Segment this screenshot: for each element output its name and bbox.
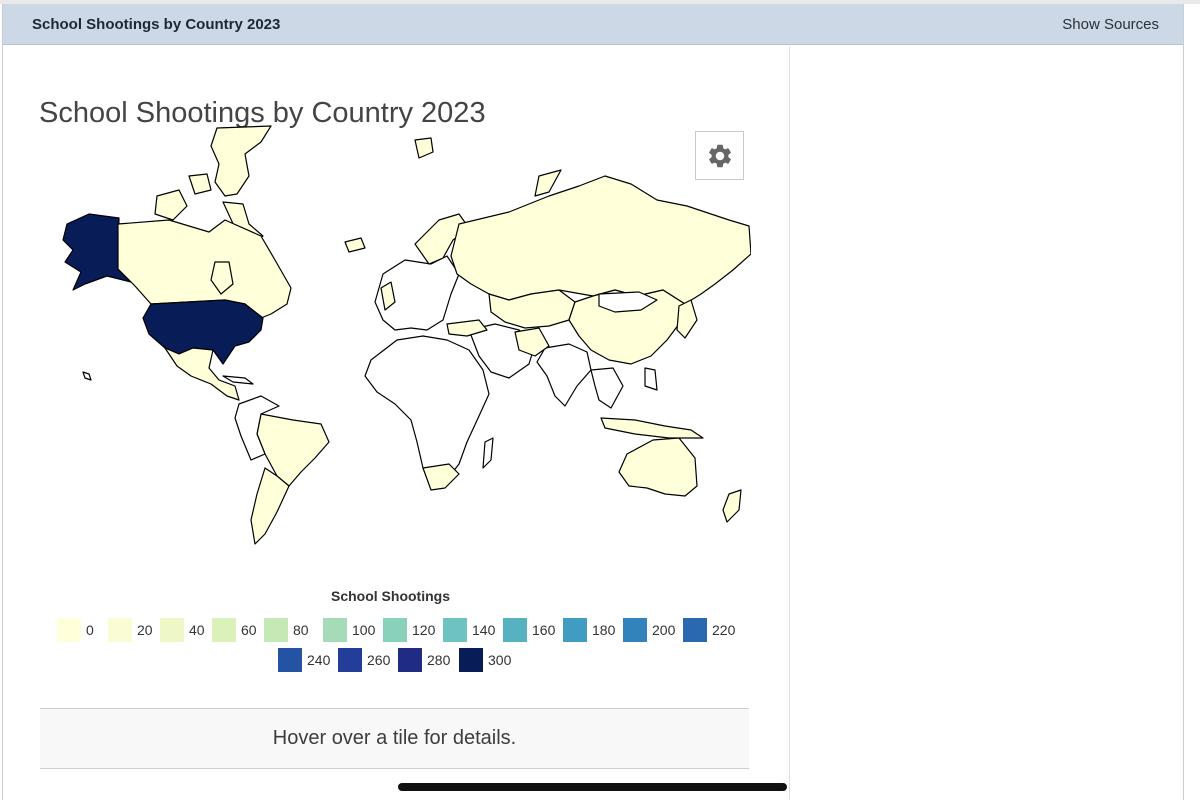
legend-label: 0: [86, 622, 94, 638]
region-indonesia[interactable]: [600, 417, 704, 439]
region-madagascar[interactable]: [482, 437, 494, 469]
legend-swatch: [623, 618, 647, 642]
region-australia[interactable]: [618, 437, 698, 497]
region-south-africa[interactable]: [422, 463, 460, 491]
region-iceland[interactable]: [344, 237, 366, 253]
legend-swatch: [160, 618, 184, 642]
legend-label: 80: [293, 622, 309, 638]
region-arctic-islands[interactable]: [154, 189, 188, 221]
legend-label: 40: [189, 622, 205, 638]
region-southeast-asia[interactable]: [590, 367, 624, 409]
legend-swatch: [398, 648, 422, 672]
legend-title: School Shootings: [331, 588, 450, 604]
region-philippines[interactable]: [644, 367, 658, 391]
legend-swatch: [323, 618, 347, 642]
gear-icon: [708, 144, 731, 167]
region-russia[interactable]: [450, 175, 751, 305]
legend-item-60: 60: [212, 618, 257, 642]
region-greenland[interactable]: [210, 125, 272, 197]
legend-label: 120: [412, 622, 436, 638]
legend-swatch: [212, 618, 236, 642]
legend-item-80: 80: [264, 618, 309, 642]
legend-label: 200: [652, 622, 676, 638]
legend-swatch: [338, 648, 362, 672]
legend-item-160: 160: [503, 618, 555, 642]
window-title: School Shootings by Country 2023: [32, 16, 281, 33]
legend-swatch: [683, 618, 707, 642]
legend-item-180: 180: [563, 618, 615, 642]
legend-swatch: [563, 618, 587, 642]
legend-item-300: 300: [459, 648, 511, 672]
legend-swatch: [459, 648, 483, 672]
legend-label: 140: [472, 622, 496, 638]
region-japan[interactable]: [676, 299, 698, 339]
legend-swatch: [264, 618, 288, 642]
legend-label: 220: [712, 622, 736, 638]
legend-item-240: 240: [278, 648, 330, 672]
legend-label: 160: [532, 622, 556, 638]
legend-label: 280: [427, 652, 451, 668]
legend-swatch: [278, 648, 302, 672]
show-sources-button[interactable]: Show Sources: [1062, 16, 1159, 33]
region-hawaii[interactable]: [82, 371, 92, 381]
region-arctic-islands-2[interactable]: [188, 173, 212, 195]
home-indicator[interactable]: [398, 783, 787, 791]
legend-label: 240: [307, 652, 331, 668]
legend-swatch: [443, 618, 467, 642]
details-text: Hover over a tile for details.: [272, 727, 517, 749]
legend-label: 260: [367, 652, 391, 668]
legend-item-200: 200: [623, 618, 675, 642]
world-map-svg: [62, 125, 751, 545]
world-map: [39, 124, 751, 554]
region-india[interactable]: [536, 343, 592, 407]
legend-swatch: [503, 618, 527, 642]
title-bar: School Shootings by Country 2023 Show So…: [3, 4, 1183, 45]
legend-label: 60: [241, 622, 257, 638]
legend-item-280: 280: [398, 648, 450, 672]
legend-label: 180: [592, 622, 616, 638]
legend-label: 20: [137, 622, 153, 638]
region-africa[interactable]: [364, 335, 490, 489]
legend-item-100: 100: [323, 618, 375, 642]
legend-item-0: 0: [57, 618, 94, 642]
legend-label: 300: [488, 652, 512, 668]
region-svalbard[interactable]: [414, 137, 434, 159]
legend-swatch: [57, 618, 81, 642]
legend-item-40: 40: [160, 618, 205, 642]
region-new-zealand[interactable]: [722, 489, 742, 523]
legend-item-20: 20: [108, 618, 153, 642]
legend-swatch: [108, 618, 132, 642]
region-novaya-zemlya[interactable]: [534, 169, 562, 197]
sidebar-divider: [789, 46, 790, 800]
legend-item-140: 140: [443, 618, 495, 642]
legend-swatch: [383, 618, 407, 642]
legend-item-220: 220: [683, 618, 735, 642]
details-panel: Hover over a tile for details.: [40, 708, 749, 769]
settings-button[interactable]: [695, 131, 744, 180]
legend-item-120: 120: [383, 618, 435, 642]
legend-label: 100: [352, 622, 376, 638]
legend-item-260: 260: [338, 648, 390, 672]
